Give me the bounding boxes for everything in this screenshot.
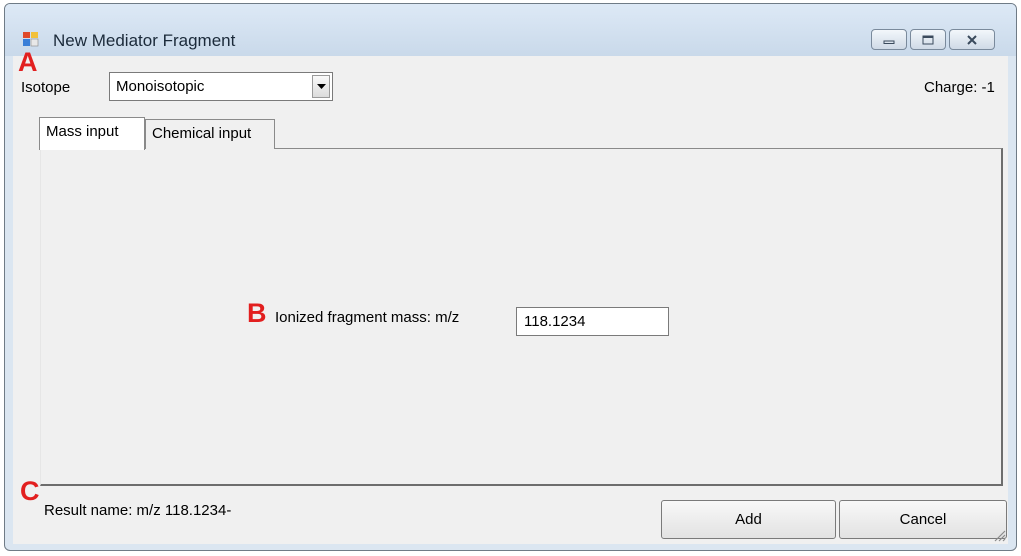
minimize-icon xyxy=(883,40,895,44)
maximize-icon xyxy=(922,35,934,44)
result-name-label: Result name: m/z 118.1234- xyxy=(44,502,232,519)
title-bar[interactable]: New Mediator Fragment xyxy=(5,4,1016,56)
dialog-client-area: Isotope Monoisotopic Charge: -1 Mass inp… xyxy=(13,56,1008,544)
chevron-down-icon xyxy=(316,83,326,89)
ionized-fragment-mass-label: Ionized fragment mass: m/z xyxy=(275,309,460,326)
mass-value-text: 118.1234 xyxy=(524,313,586,330)
close-icon xyxy=(967,34,977,45)
close-button[interactable] xyxy=(949,29,995,50)
app-window-icon xyxy=(23,32,39,47)
dialog-window: New Mediator Fragment Isotope Monoisotop… xyxy=(4,3,1017,551)
isotope-label: Isotope xyxy=(21,79,71,96)
isotope-selected-value: Monoisotopic xyxy=(116,78,205,95)
cancel-button[interactable]: Cancel xyxy=(839,500,1007,539)
mass-value-input[interactable]: 118.1234 xyxy=(516,307,669,336)
dropdown-arrow-button[interactable] xyxy=(312,75,330,98)
add-button[interactable]: Add xyxy=(661,500,836,539)
annotation-marker-a: A xyxy=(18,47,38,77)
charge-label: Charge: -1 xyxy=(924,79,995,96)
resize-grip-icon[interactable] xyxy=(992,528,1006,542)
minimize-button[interactable] xyxy=(871,29,907,50)
annotation-marker-b: B xyxy=(247,298,267,328)
isotope-select[interactable]: Monoisotopic xyxy=(109,72,333,101)
maximize-button[interactable] xyxy=(910,29,946,50)
tab-chemical-input[interactable]: Chemical input xyxy=(145,119,275,149)
window-title: New Mediator Fragment xyxy=(53,31,236,50)
tab-mass-input[interactable]: Mass input xyxy=(39,117,145,150)
annotation-marker-c: C xyxy=(20,476,40,506)
